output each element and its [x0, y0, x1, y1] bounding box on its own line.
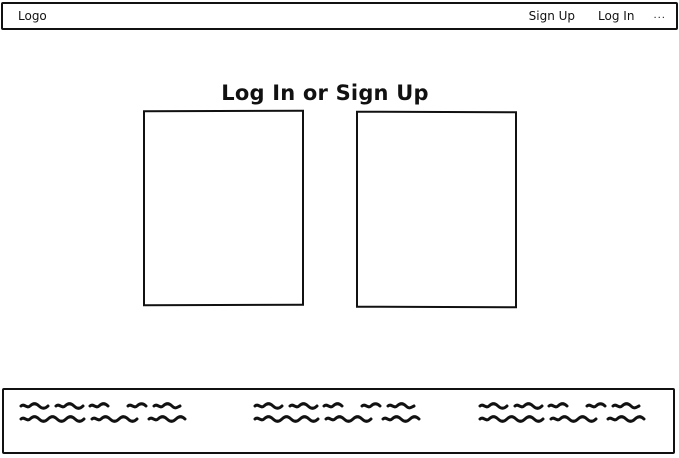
footer-column-3	[477, 398, 647, 424]
signup-panel[interactable]	[356, 110, 517, 309]
scribble-text-icon	[19, 402, 187, 423]
footer-column-2	[252, 398, 422, 424]
header-nav: Sign Up Log In ...	[529, 8, 666, 24]
page-title: Log In or Sign Up	[221, 81, 429, 106]
logo[interactable]: Logo	[18, 8, 47, 24]
more-menu[interactable]: ...	[653, 8, 666, 24]
top-navigation-bar: Logo Sign Up Log In ...	[1, 2, 678, 30]
footer-column-1	[18, 398, 188, 424]
scribble-text-icon	[253, 402, 421, 423]
scribble-text-icon	[478, 402, 646, 423]
log-in-link[interactable]: Log In	[598, 8, 634, 24]
login-panel[interactable]	[143, 109, 304, 307]
footer	[2, 388, 675, 454]
sign-up-link[interactable]: Sign Up	[529, 8, 575, 24]
